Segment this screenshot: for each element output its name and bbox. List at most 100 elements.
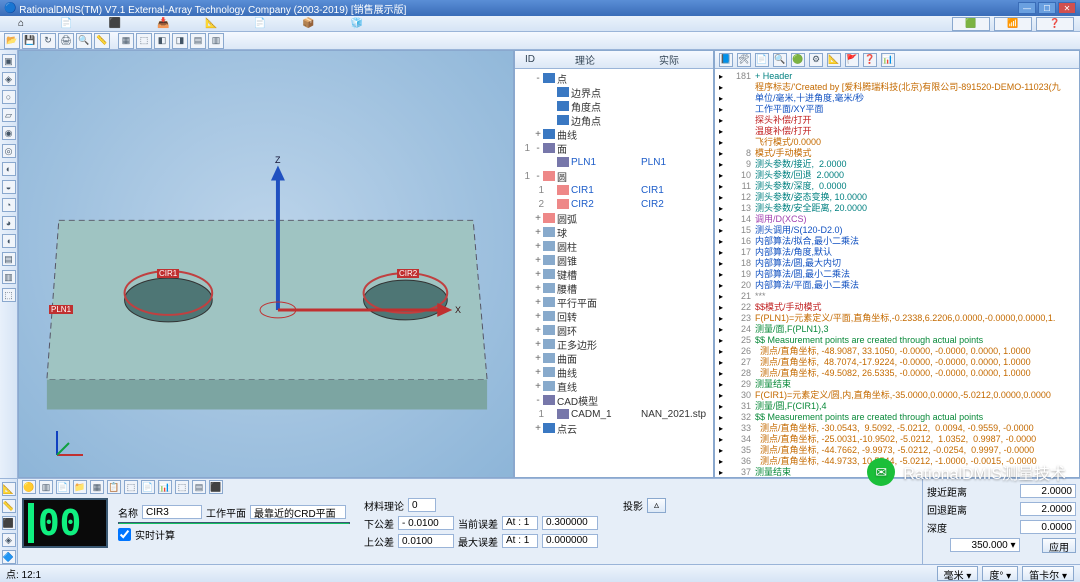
code-line[interactable]: ▸29测量结束 [719,379,1075,390]
apply-button[interactable]: 应用 [1042,538,1076,553]
code-line[interactable]: ▸34 测点/直角坐标, -25.0031,-10.9502, -5.0212,… [719,434,1075,445]
menu-item-3[interactable]: 📥 [139,18,187,29]
gutter-tool-11[interactable]: ▤ [2,252,16,266]
tree-node[interactable]: +圆环 [517,323,711,337]
code-tool-1[interactable]: 🛠 [737,53,751,67]
code-line[interactable]: ▸20内部算法/平面,最小二乘法 [719,280,1075,291]
menu-item-0[interactable]: ⌂ [0,18,42,29]
code-view[interactable]: ▸181+ Header▸程序标志/'Created by [爱科腾瑞科技(北京… [715,69,1079,477]
bottom-tool-9[interactable]: ⬚ [175,480,189,494]
dock-tab-0[interactable]: 📐 [2,482,16,496]
menu-item-1[interactable]: 📄 [42,18,90,29]
code-line[interactable]: ▸23F(PLN1)=元素定义/平面,直角坐标,-0.2338,6.2206,0… [719,313,1075,324]
depth-input[interactable] [1020,520,1076,534]
code-line[interactable]: ▸36 测点/直角坐标, -44.9733, 10.5544, -5.0212,… [719,456,1075,467]
code-line[interactable]: ▸8模式/手动模式 [719,148,1075,159]
gutter-tool-10[interactable]: ◖ [2,234,16,248]
code-line[interactable]: ▸28 测点/直角坐标, -49.5082, 26.5335, -0.0000,… [719,368,1075,379]
retract-input[interactable] [1020,502,1076,516]
tree-node[interactable]: 1 CADM_1NAN_2021.stp [517,407,711,421]
toolbar-btn-1-5[interactable]: ▥ [208,33,224,49]
code-line[interactable]: ▸16内部算法/拟合,最小二乘法 [719,236,1075,247]
code-line[interactable]: ▸24测量/面,F(PLN1),3 [719,324,1075,335]
menu-item-2[interactable]: ⬛ [91,18,139,29]
bottom-tool-0[interactable]: 🟡 [22,480,36,494]
gutter-tool-4[interactable]: ◉ [2,126,16,140]
approach-input[interactable] [1020,484,1076,498]
maximize-button[interactable]: ☐ [1038,2,1056,14]
code-tool-5[interactable]: ⚙ [809,53,823,67]
menu-tool-1[interactable]: 🟩 [952,17,990,31]
menu-item-6[interactable]: 📦 [284,18,332,29]
code-line[interactable]: ▸程序标志/'Created by [爱科腾瑞科技(北京)有限公司-891520… [719,82,1075,93]
dock-tab-1[interactable]: 📏 [2,499,16,513]
bottom-tool-10[interactable]: ▤ [192,480,206,494]
code-tool-9[interactable]: 📊 [881,53,895,67]
toolbar-btn-1-2[interactable]: ◧ [154,33,170,49]
bottom-tool-1[interactable]: ▥ [39,480,53,494]
menu-item-5[interactable]: 📄 [236,18,284,29]
code-tool-7[interactable]: 🚩 [845,53,859,67]
toolbar-btn-0-5[interactable]: 📏 [94,33,110,49]
tree-node[interactable]: +点云 [517,421,711,435]
theo-value[interactable] [408,498,436,512]
code-line[interactable]: ▸11测头参数/深度, 0.0000 [719,181,1075,192]
tree-node[interactable]: 2 CIR2CIR2 [517,197,711,211]
tree-node[interactable]: 边角点 [517,113,711,127]
tree-node[interactable]: +曲线 [517,365,711,379]
menu-bar[interactable]: ⌂📄⬛📥📐📄📦🧊 🟩 📶 ❓ [0,16,1080,32]
tree-node[interactable]: +曲线 [517,127,711,141]
code-line[interactable]: ▸22$$模式/手动模式 [719,302,1075,313]
code-line[interactable]: ▸温度补偿/打开 [719,126,1075,137]
tree-node[interactable]: +直线 [517,379,711,393]
code-line[interactable]: ▸17内部算法/角度,默认 [719,247,1075,258]
toolbar-btn-0-2[interactable]: ↻ [40,33,56,49]
toolbar-btn-1-3[interactable]: ◨ [172,33,188,49]
code-line[interactable]: ▸18内部算法/圆,最大内切 [719,258,1075,269]
unit-deg-select[interactable]: 度° ▾ [982,566,1018,581]
dock-tab-4[interactable]: 🔷 [2,550,16,564]
gutter-tool-9[interactable]: ◕ [2,216,16,230]
gutter-tool-6[interactable]: ◐ [2,162,16,176]
tree-node[interactable]: +键槽 [517,267,711,281]
traj-button[interactable]: ▵ [647,498,666,513]
code-line[interactable]: ▸14调用/D(XCS) [719,214,1075,225]
code-line[interactable]: ▸30F(CIR1)=元素定义/圆,内,直角坐标,-35.0000,0.0000… [719,390,1075,401]
code-line[interactable]: ▸35 测点/直角坐标, -44.7662, -9.9973, -5.0212,… [719,445,1075,456]
code-tool-2[interactable]: 📄 [755,53,769,67]
bottom-tool-6[interactable]: ⬚ [124,480,138,494]
tree-node[interactable]: 1-面 [517,141,711,155]
code-line[interactable]: ▸单位/毫米,十进角度,毫米/秒 [719,93,1075,104]
bottom-tool-8[interactable]: 📊 [158,480,172,494]
code-tool-8[interactable]: ❓ [863,53,877,67]
menu-tool-help[interactable]: ❓ [1036,17,1074,31]
bottom-tool-4[interactable]: ▦ [90,480,104,494]
realtime-checkbox[interactable] [118,528,131,541]
code-line[interactable]: ▸21*** [719,291,1075,302]
tree-node[interactable]: +回转 [517,309,711,323]
feature-tree[interactable]: -点 边界点 角度点 边角点+曲线1-面 PLN1PLN11-圆1 CIR1CI… [515,69,713,477]
menu-item-7[interactable]: 🧊 [333,18,381,29]
gutter-tool-0[interactable]: ▣ [2,54,16,68]
tree-node[interactable]: +腰槽 [517,281,711,295]
3d-view[interactable]: CIR1 CIR2 PLN1 Z X [18,50,514,478]
tree-node[interactable]: 边界点 [517,85,711,99]
toolbar-btn-0-4[interactable]: 🔍 [76,33,92,49]
unit-mm-select[interactable]: 毫米 ▾ [937,566,979,581]
code-line[interactable]: ▸31测量/圆,F(CIR1),4 [719,401,1075,412]
code-tool-3[interactable]: 🔍 [773,53,787,67]
bottom-tool-3[interactable]: 📁 [73,480,87,494]
coord-type-select[interactable]: 笛卡尔 ▾ [1022,566,1074,581]
workplane-select[interactable] [250,505,346,519]
toolbar-btn-0-0[interactable]: 📂 [4,33,20,49]
gutter-tool-13[interactable]: ⬚ [2,288,16,302]
toolbar-btn-1-0[interactable]: ▦ [118,33,134,49]
bottom-tool-7[interactable]: 📄 [141,480,155,494]
toolbar-btn-1-1[interactable]: ⬚ [136,33,152,49]
code-line[interactable]: ▸32$$ Measurement points are created thr… [719,412,1075,423]
close-button[interactable]: ✕ [1058,2,1076,14]
gutter-tool-8[interactable]: ◔ [2,198,16,212]
tree-node[interactable]: +球 [517,225,711,239]
code-line[interactable]: ▸27 测点/直角坐标, 48.7074,-17.9224, -0.0000, … [719,357,1075,368]
code-tool-6[interactable]: 📐 [827,53,841,67]
